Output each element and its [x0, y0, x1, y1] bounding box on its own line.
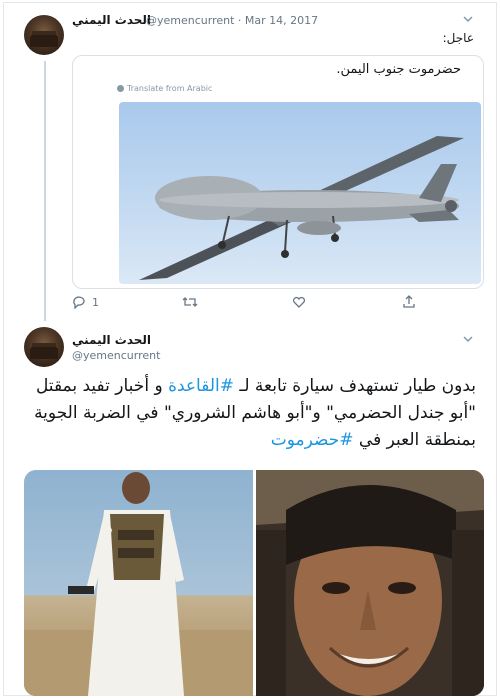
globe-icon [117, 85, 124, 92]
tweet-media-grid [24, 470, 484, 696]
quoted-tweet-text: حضرموت جنوب اليمن. [336, 62, 461, 77]
share-button[interactable] [402, 295, 416, 309]
author-handle-date[interactable]: @yemencurrent · Mar 14, 2017 [146, 14, 318, 27]
retweet-button[interactable] [182, 295, 198, 309]
translate-link[interactable]: Translate from Arabic [117, 84, 212, 93]
tweet-actions: 1 [72, 295, 472, 313]
heart-icon [292, 296, 306, 308]
avatar[interactable] [24, 327, 64, 367]
reply-button[interactable]: 1 [72, 295, 99, 309]
tweet-text-part: بدون طيار تستهدف سيارة تابعة لـ [233, 376, 476, 396]
chevron-down-icon[interactable] [460, 331, 476, 347]
drone-image[interactable] [119, 102, 481, 284]
like-button[interactable] [292, 295, 306, 309]
tweet-thread: الحدث اليمني @yemencurrent · Mar 14, 201… [3, 2, 497, 696]
share-icon [403, 295, 415, 308]
tweet-text: عاجل: [442, 31, 474, 45]
hashtag-link[interactable]: #القاعدة [168, 376, 234, 396]
tweet-text: بدون طيار تستهدف سيارة تابعة لـ #القاعدة… [20, 373, 476, 454]
retweet-icon [182, 297, 198, 307]
author-name[interactable]: الحدث اليمني [72, 13, 151, 27]
chevron-down-icon[interactable] [460, 11, 476, 27]
photo-portrait[interactable] [256, 470, 484, 696]
author-name[interactable]: الحدث اليمني [72, 333, 151, 347]
translate-label: Translate from Arabic [127, 84, 213, 93]
author-handle[interactable]: @yemencurrent [72, 349, 160, 362]
avatar[interactable] [24, 15, 64, 55]
thread-connector [44, 61, 46, 321]
hashtag-link[interactable]: #حضرموت [271, 430, 354, 450]
photo-illustration [24, 472, 253, 696]
photo-man-standing[interactable] [24, 470, 253, 696]
drone-illustration [139, 136, 464, 280]
quoted-tweet-card[interactable]: حضرموت جنوب اليمن. Translate from Arabic [72, 55, 484, 289]
reply-count: 1 [92, 295, 99, 309]
portrait-illustration [256, 470, 484, 696]
reply-icon [73, 296, 85, 309]
